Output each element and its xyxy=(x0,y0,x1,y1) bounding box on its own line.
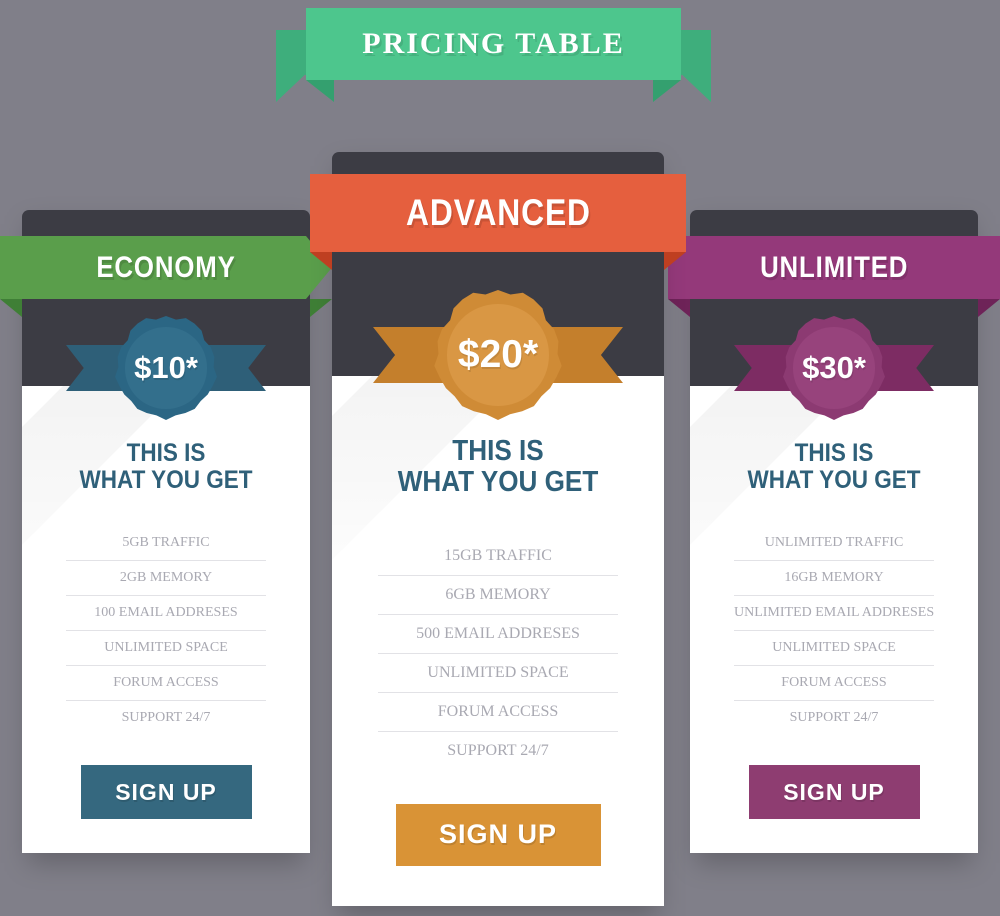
card-body: THIS IS WHAT YOU GET 5GB TRAFFIC 2GB MEM… xyxy=(22,386,310,853)
plan-name: UNLIMITED xyxy=(759,250,909,284)
pricing-columns: ECONOMY $10* THIS IS WHAT YOU GET 5GB TR… xyxy=(0,0,1000,916)
signup-button-economy[interactable]: SIGN UP xyxy=(80,765,252,819)
price-badge-unlimited: $30* xyxy=(734,308,934,428)
feature-item: 100 EMAIL ADDRESES xyxy=(66,595,266,630)
plan-headline-line2: WHAT YOU GET xyxy=(79,466,253,494)
plan-ribbon-advanced: ADVANCED xyxy=(310,174,686,270)
feature-item: UNLIMITED SPACE xyxy=(66,630,266,665)
plan-headline: THIS IS WHAT YOU GET xyxy=(363,435,633,499)
card-body: THIS IS WHAT YOU GET 15GB TRAFFIC 6GB ME… xyxy=(332,376,664,906)
plan-headline-line2: WHAT YOU GET xyxy=(747,466,921,494)
plan-name: ADVANCED xyxy=(405,192,591,233)
feature-item: UNLIMITED EMAIL ADDRESES xyxy=(734,595,934,630)
card-header: UNLIMITED $30* xyxy=(668,210,1000,420)
ribbon-fold-right xyxy=(978,299,1000,317)
pricing-table-page: PRICING TABLE ECONOMY $10* THIS IS WHAT … xyxy=(0,0,1000,916)
badge-seal: $30* xyxy=(782,316,886,420)
ribbon-fold-left xyxy=(0,299,22,317)
price-badge-economy: $10* xyxy=(66,308,266,428)
feature-item: UNLIMITED SPACE xyxy=(378,652,618,692)
card-header: ECONOMY $10* xyxy=(0,210,332,420)
badge-seal: $10* xyxy=(114,316,218,420)
signup-button-unlimited[interactable]: SIGN UP xyxy=(748,765,920,819)
ribbon-band: ADVANCED xyxy=(310,174,686,252)
feature-item: 6GB MEMORY xyxy=(378,574,618,614)
feature-item: FORUM ACCESS xyxy=(66,665,266,700)
plan-price: $30* xyxy=(802,350,866,385)
feature-item: 5GB TRAFFIC xyxy=(122,535,210,550)
pricing-card-advanced[interactable]: ADVANCED $20* THIS IS WHAT YOU GET 15GB … xyxy=(310,152,686,916)
feature-list: 15GB TRAFFIC 6GB MEMORY 500 EMAIL ADDRES… xyxy=(378,537,618,770)
plan-ribbon-unlimited: UNLIMITED xyxy=(668,236,1000,317)
feature-item: FORUM ACCESS xyxy=(378,691,618,731)
pricing-card-unlimited[interactable]: UNLIMITED $30* THIS IS WHAT YOU GET UNLI… xyxy=(668,210,1000,863)
plan-headline-line1: THIS IS xyxy=(794,439,874,467)
plan-headline-line1: THIS IS xyxy=(126,439,206,467)
feature-item: SUPPORT 24/7 xyxy=(66,700,266,735)
pricing-card-economy[interactable]: ECONOMY $10* THIS IS WHAT YOU GET 5GB TR… xyxy=(0,210,332,863)
feature-item: 16GB MEMORY xyxy=(734,560,934,595)
feature-item: 2GB MEMORY xyxy=(66,560,266,595)
signup-button-advanced[interactable]: SIGN UP xyxy=(395,803,601,866)
badge-seal: $20* xyxy=(433,290,563,420)
feature-item: SUPPORT 24/7 xyxy=(378,730,618,770)
feature-item: UNLIMITED TRAFFIC xyxy=(764,535,904,550)
card: ECONOMY $10* THIS IS WHAT YOU GET 5GB TR… xyxy=(0,210,332,853)
plan-headline: THIS IS WHAT YOU GET xyxy=(51,440,281,494)
feature-list: UNLIMITED TRAFFIC 16GB MEMORY UNLIMITED … xyxy=(734,526,934,735)
price-badge-advanced: $20* xyxy=(373,280,623,430)
feature-item: FORUM ACCESS xyxy=(734,665,934,700)
card-body: THIS IS WHAT YOU GET UNLIMITED TRAFFIC 1… xyxy=(690,386,978,853)
plan-headline: THIS IS WHAT YOU GET xyxy=(719,440,949,494)
plan-ribbon-economy: ECONOMY xyxy=(0,236,332,317)
feature-item: 15GB TRAFFIC xyxy=(444,546,552,564)
plan-headline-line1: THIS IS xyxy=(452,435,544,467)
feature-item: 500 EMAIL ADDRESES xyxy=(378,613,618,653)
ribbon-fold-right xyxy=(310,299,332,317)
feature-item: UNLIMITED SPACE xyxy=(734,630,934,665)
plan-price: $10* xyxy=(134,350,198,385)
card: UNLIMITED $30* THIS IS WHAT YOU GET UNLI… xyxy=(668,210,1000,853)
ribbon-fold-left xyxy=(668,299,690,317)
plan-name: ECONOMY xyxy=(96,250,236,284)
ribbon-band: ECONOMY xyxy=(0,236,332,299)
feature-list: 5GB TRAFFIC 2GB MEMORY 100 EMAIL ADDRESE… xyxy=(66,526,266,735)
plan-headline-line2: WHAT YOU GET xyxy=(397,466,599,499)
card-header: ADVANCED $20* xyxy=(310,152,686,420)
feature-item: SUPPORT 24/7 xyxy=(734,700,934,735)
plan-price: $20* xyxy=(457,333,539,376)
ribbon-band: UNLIMITED xyxy=(668,236,1000,299)
card: ADVANCED $20* THIS IS WHAT YOU GET 15GB … xyxy=(310,152,686,906)
